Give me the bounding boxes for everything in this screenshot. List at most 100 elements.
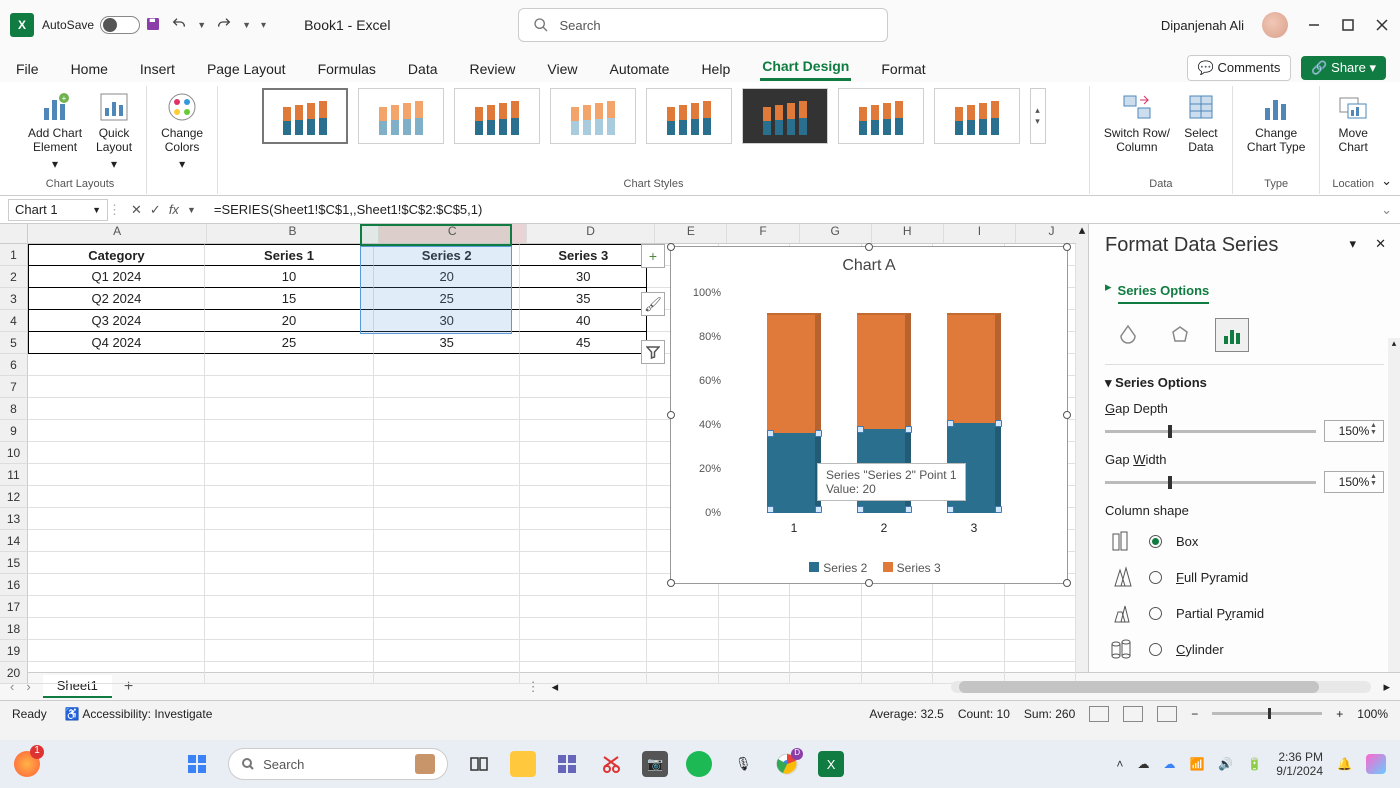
row-header-18[interactable]: 18 (0, 618, 28, 640)
cell[interactable] (28, 376, 205, 398)
col-header-a[interactable]: A (28, 224, 207, 243)
spotify-icon[interactable] (686, 751, 712, 777)
tab-formulas[interactable]: Formulas (316, 57, 378, 81)
gap-width-slider[interactable] (1105, 481, 1316, 484)
snip-icon[interactable] (598, 751, 624, 777)
cell[interactable] (374, 596, 520, 618)
cell[interactable]: 25 (374, 288, 520, 310)
zoom-in-icon[interactable]: + (1336, 707, 1343, 721)
cell[interactable] (520, 662, 647, 684)
cell[interactable] (374, 552, 520, 574)
cell[interactable] (28, 398, 205, 420)
taskbar-search[interactable]: Search (228, 748, 448, 780)
row-header-15[interactable]: 15 (0, 552, 28, 574)
quick-layout-button[interactable]: Quick Layout▾ (94, 88, 134, 173)
undo-dropdown-icon[interactable]: ▼ (197, 20, 206, 30)
section-collapse-icon[interactable]: ▾ (1105, 375, 1112, 390)
cell[interactable] (647, 618, 718, 640)
cell[interactable]: Series 2 (374, 244, 520, 266)
tab-home[interactable]: Home (69, 57, 110, 81)
battery-icon[interactable]: 🔋 (1247, 757, 1262, 771)
cell[interactable] (790, 640, 861, 662)
row-header-11[interactable]: 11 (0, 464, 28, 486)
page-layout-view-icon[interactable] (1123, 706, 1143, 722)
minimize-button[interactable] (1306, 17, 1322, 33)
col-header-c[interactable]: C (379, 224, 527, 243)
cell[interactable] (374, 398, 520, 420)
tab-automate[interactable]: Automate (608, 57, 672, 81)
chart-style-5[interactable] (646, 88, 732, 144)
cell[interactable] (374, 376, 520, 398)
cell[interactable]: 35 (520, 288, 647, 310)
tab-insert[interactable]: Insert (138, 57, 177, 81)
row-header-20[interactable]: 20 (0, 662, 28, 684)
task-view-icon[interactable] (466, 751, 492, 777)
cell[interactable] (647, 596, 718, 618)
row-header-5[interactable]: 5 (0, 332, 28, 354)
cell[interactable]: Q2 2024 (28, 288, 205, 310)
maximize-button[interactable] (1340, 17, 1356, 33)
row-header-10[interactable]: 10 (0, 442, 28, 464)
cell[interactable]: Category (28, 244, 205, 266)
cell[interactable] (520, 530, 647, 552)
cell[interactable] (719, 640, 790, 662)
col-header-e[interactable]: E (655, 224, 727, 243)
horizontal-scrollbar[interactable] (951, 681, 1371, 693)
chart-style-3[interactable] (454, 88, 540, 144)
chart-style-1[interactable] (262, 88, 348, 144)
taskbar-app-1[interactable]: 1 (14, 751, 40, 777)
cell[interactable] (205, 552, 374, 574)
cell[interactable] (374, 618, 520, 640)
cell[interactable] (374, 464, 520, 486)
cell[interactable]: Q3 2024 (28, 310, 205, 332)
cell[interactable]: 10 (205, 266, 374, 288)
chart-style-6[interactable] (742, 88, 828, 144)
cell[interactable] (520, 508, 647, 530)
wifi-icon[interactable]: 📶 (1189, 757, 1204, 771)
cell[interactable]: Series 3 (520, 244, 647, 266)
cell[interactable] (790, 662, 861, 684)
cell[interactable] (790, 596, 861, 618)
cell[interactable] (933, 640, 1004, 662)
chart-filters-button[interactable] (641, 340, 665, 364)
chart-legend[interactable]: Series 2 Series 3 (671, 561, 1067, 575)
tray-chevron-icon[interactable]: ˄ (1116, 757, 1123, 771)
fx-icon[interactable]: fx (169, 202, 179, 217)
chart-style-8[interactable] (934, 88, 1020, 144)
cell[interactable] (790, 618, 861, 640)
col-header-g[interactable]: G (800, 224, 872, 243)
normal-view-icon[interactable] (1089, 706, 1109, 722)
shape-option-box[interactable]: Box (1105, 528, 1384, 554)
row-header-9[interactable]: 9 (0, 420, 28, 442)
cell[interactable] (647, 640, 718, 662)
row-header-16[interactable]: 16 (0, 574, 28, 596)
cell[interactable]: 15 (205, 288, 374, 310)
col-header-d[interactable]: D (527, 224, 656, 243)
tab-format[interactable]: Format (879, 57, 927, 81)
select-data-button[interactable]: Select Data (1182, 88, 1220, 157)
pane-options-icon[interactable]: ▾ (1349, 236, 1356, 252)
cell[interactable] (520, 464, 647, 486)
add-chart-element-button[interactable]: + Add Chart Element▾ (26, 88, 84, 173)
row-header-17[interactable]: 17 (0, 596, 28, 618)
row-header-19[interactable]: 19 (0, 640, 28, 662)
name-box[interactable]: Chart 1▼ (8, 199, 108, 221)
cell[interactable] (520, 442, 647, 464)
cell[interactable] (1005, 596, 1076, 618)
start-icon[interactable] (184, 751, 210, 777)
cell[interactable] (520, 376, 647, 398)
cell[interactable] (28, 486, 205, 508)
cell[interactable] (374, 354, 520, 376)
embedded-chart[interactable]: Chart A 100% 80% 60% 40% 20% 0% 123 Seri… (670, 246, 1068, 584)
col-header-i[interactable]: I (944, 224, 1016, 243)
row-header-2[interactable]: 2 (0, 266, 28, 288)
cell[interactable]: 35 (374, 332, 520, 354)
row-header-6[interactable]: 6 (0, 354, 28, 376)
close-button[interactable] (1374, 17, 1390, 33)
chart-elements-button[interactable]: + (641, 244, 665, 268)
cell[interactable] (719, 662, 790, 684)
file-explorer-icon[interactable] (510, 751, 536, 777)
cell[interactable]: 45 (520, 332, 647, 354)
cell[interactable] (520, 354, 647, 376)
save-icon[interactable] (145, 16, 161, 35)
